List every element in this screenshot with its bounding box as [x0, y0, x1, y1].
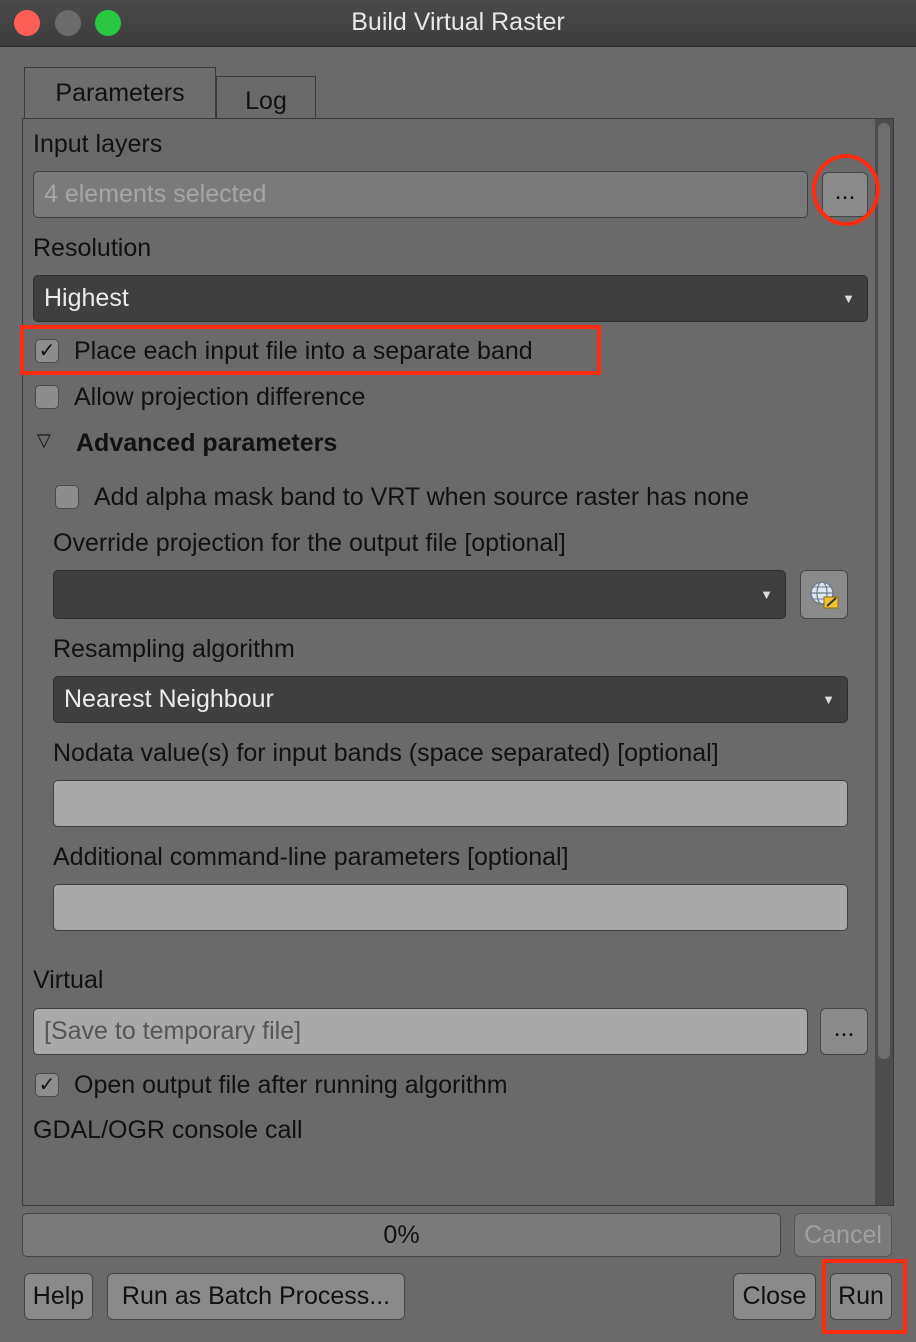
resolution-value: Highest — [44, 284, 129, 312]
highlight-box-run — [822, 1259, 907, 1334]
open-output-checkbox[interactable]: ✓ — [35, 1073, 59, 1097]
chevron-down-icon: ▼ — [842, 291, 855, 306]
close-button[interactable]: Close — [733, 1273, 816, 1320]
extra-params-input[interactable] — [53, 884, 848, 931]
chevron-down-icon: ▼ — [822, 692, 835, 707]
virtual-browse-button[interactable]: ... — [820, 1008, 868, 1055]
resolution-select[interactable]: Highest ▼ — [33, 275, 868, 322]
globe-icon — [810, 581, 839, 609]
window-title: Build Virtual Raster — [351, 8, 565, 36]
scrollbar[interactable] — [875, 119, 893, 1205]
progress-text: 0% — [383, 1221, 420, 1249]
resolution-label: Resolution — [33, 234, 152, 262]
cancel-button[interactable]: Cancel — [794, 1213, 892, 1257]
virtual-output-field[interactable]: [Save to temporary file] — [33, 1008, 808, 1055]
highlight-circle-browse — [812, 154, 880, 226]
resampling-label: Resampling algorithm — [53, 635, 295, 663]
help-button[interactable]: Help — [24, 1273, 93, 1320]
extra-params-label: Additional command-line parameters [opti… — [53, 843, 569, 871]
tab-log[interactable]: Log — [216, 76, 316, 120]
scrollbar-thumb[interactable] — [878, 123, 890, 1059]
nodata-input[interactable] — [53, 780, 848, 827]
advanced-parameters-header[interactable]: Advanced parameters — [76, 429, 337, 458]
select-crs-button[interactable] — [800, 570, 848, 619]
parameters-panel: Input layers 4 elements selected ... Res… — [22, 118, 894, 1206]
tab-parameters[interactable]: Parameters — [24, 67, 216, 119]
open-output-label: Open output file after running algorithm — [74, 1071, 508, 1099]
progress-bar: 0% — [22, 1213, 781, 1257]
input-layers-field[interactable]: 4 elements selected — [33, 171, 808, 218]
virtual-label: Virtual — [33, 966, 104, 994]
title-bar: Build Virtual Raster — [0, 0, 916, 47]
resampling-select[interactable]: Nearest Neighbour ▼ — [53, 676, 848, 723]
resampling-value: Nearest Neighbour — [64, 685, 274, 713]
dialog-content: Log Parameters Input layers 4 elements s… — [0, 47, 916, 1342]
nodata-label: Nodata value(s) for input bands (space s… — [53, 739, 719, 767]
collapse-triangle-icon[interactable]: ▽ — [37, 430, 51, 451]
alpha-mask-checkbox[interactable] — [55, 485, 79, 509]
input-layers-label: Input layers — [33, 130, 163, 158]
allow-projection-checkbox[interactable] — [35, 385, 59, 409]
run-batch-button[interactable]: Run as Batch Process... — [107, 1273, 405, 1320]
console-call-label: GDAL/OGR console call — [33, 1116, 303, 1144]
override-projection-select[interactable]: ▼ — [53, 570, 786, 619]
override-projection-label: Override projection for the output file … — [53, 529, 566, 557]
alpha-mask-label: Add alpha mask band to VRT when source r… — [94, 483, 750, 511]
allow-projection-label: Allow projection difference — [74, 383, 366, 411]
highlight-box-separate-band — [20, 325, 601, 375]
chevron-down-icon: ▼ — [760, 587, 773, 602]
